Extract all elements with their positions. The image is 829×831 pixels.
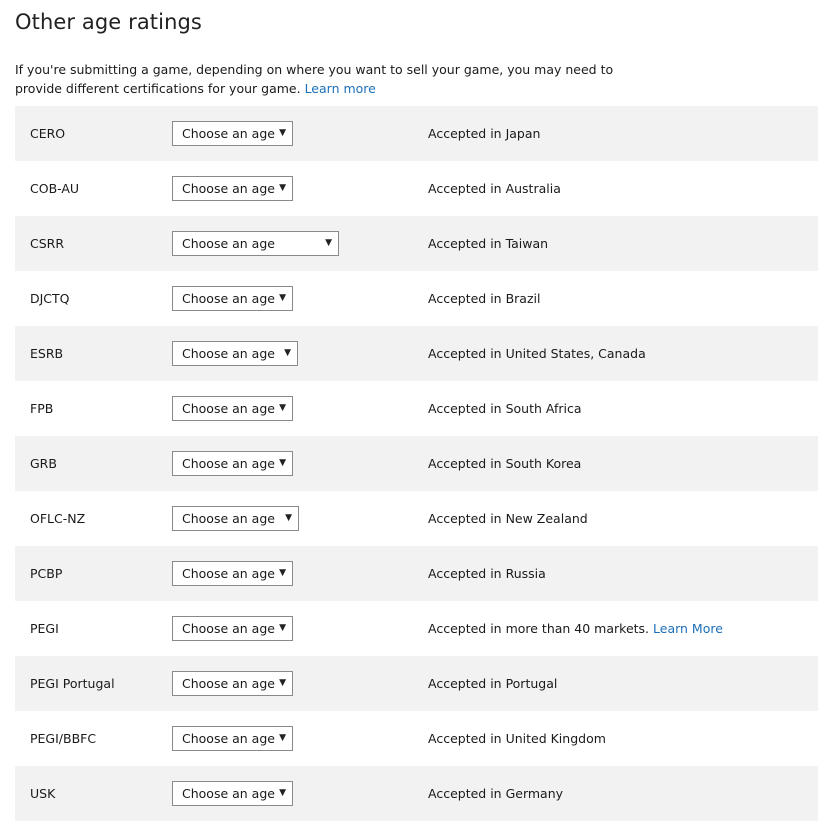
- board-name: ESRB: [30, 346, 64, 361]
- board-name: OFLC-NZ: [30, 511, 86, 526]
- market-text: Accepted in Japan: [428, 126, 541, 141]
- age-ratings-table: CERO Choose an age ▼ Accepted in Japan C…: [15, 106, 818, 821]
- intro-paragraph: If you're submitting a game, depending o…: [15, 60, 615, 98]
- rating-row-fpb: FPB Choose an age ▼ Accepted in South Af…: [15, 381, 818, 436]
- chevron-down-icon: ▼: [279, 458, 286, 468]
- select-value: Choose an age: [182, 401, 275, 416]
- select-value: Choose an age: [182, 566, 275, 581]
- age-select-fpb[interactable]: Choose an age ▼: [172, 396, 293, 421]
- age-select-esrb[interactable]: Choose an age ▼: [172, 341, 298, 366]
- select-value: Choose an age: [182, 346, 275, 361]
- chevron-down-icon: ▼: [279, 293, 286, 303]
- chevron-down-icon: ▼: [279, 678, 286, 688]
- age-select-cero[interactable]: Choose an age ▼: [172, 121, 293, 146]
- chevron-down-icon: ▼: [279, 788, 286, 798]
- chevron-down-icon: ▼: [279, 128, 286, 138]
- chevron-down-icon: ▼: [284, 348, 291, 358]
- age-select-oflc-nz[interactable]: Choose an age ▼: [172, 506, 299, 531]
- market-text: Accepted in Australia: [428, 181, 561, 196]
- board-name: PEGI/BBFC: [30, 731, 97, 746]
- rating-row-djctq: DJCTQ Choose an age ▼ Accepted in Brazil: [15, 271, 818, 326]
- rating-row-pcbp: PCBP Choose an age ▼ Accepted in Russia: [15, 546, 818, 601]
- rating-row-csrr: CSRR Choose an age ▼ Accepted in Taiwan: [15, 216, 818, 271]
- chevron-down-icon: ▼: [279, 403, 286, 413]
- board-name: PEGI: [30, 621, 59, 636]
- board-name: PCBP: [30, 566, 63, 581]
- board-name: GRB: [30, 456, 57, 471]
- market-text: Accepted in Germany: [428, 786, 564, 801]
- learn-more-link[interactable]: Learn more: [305, 81, 376, 96]
- select-value: Choose an age: [182, 621, 275, 636]
- rating-row-cob-au: COB-AU Choose an age ▼ Accepted in Austr…: [15, 161, 818, 216]
- select-value: Choose an age: [182, 511, 275, 526]
- age-select-pcbp[interactable]: Choose an age ▼: [172, 561, 293, 586]
- age-select-pegi-portugal[interactable]: Choose an age ▼: [172, 671, 293, 696]
- chevron-down-icon: ▼: [279, 733, 286, 743]
- pegi-learn-more-link[interactable]: Learn More: [653, 621, 723, 636]
- market-text: Accepted in South Korea: [428, 456, 582, 471]
- age-select-usk[interactable]: Choose an age ▼: [172, 781, 293, 806]
- market-text: Accepted in New Zealand: [428, 511, 588, 526]
- rating-row-cero: CERO Choose an age ▼ Accepted in Japan: [15, 106, 818, 161]
- rating-row-pegi-bbfc: PEGI/BBFC Choose an age ▼ Accepted in Un…: [15, 711, 818, 766]
- market-text: Accepted in Taiwan: [428, 236, 549, 251]
- board-name: DJCTQ: [30, 291, 70, 306]
- board-name: CERO: [30, 126, 66, 141]
- select-value: Choose an age: [182, 181, 275, 196]
- select-value: Choose an age: [182, 786, 275, 801]
- rating-row-pegi-portugal: PEGI Portugal Choose an age ▼ Accepted i…: [15, 656, 818, 711]
- board-name: CSRR: [30, 236, 65, 251]
- rating-row-pegi: PEGI Choose an age ▼ Accepted in more th…: [15, 601, 818, 656]
- chevron-down-icon: ▼: [279, 568, 286, 578]
- age-select-pegi[interactable]: Choose an age ▼: [172, 616, 293, 641]
- rating-row-oflc-nz: OFLC-NZ Choose an age ▼ Accepted in New …: [15, 491, 818, 546]
- age-select-grb[interactable]: Choose an age ▼: [172, 451, 293, 476]
- market-text: Accepted in Brazil: [428, 291, 541, 306]
- board-name: USK: [30, 786, 56, 801]
- market-text: Accepted in South Africa: [428, 401, 582, 416]
- age-select-djctq[interactable]: Choose an age ▼: [172, 286, 293, 311]
- chevron-down-icon: ▼: [285, 513, 292, 523]
- chevron-down-icon: ▼: [279, 183, 286, 193]
- market-text: Accepted in more than 40 markets. Learn …: [428, 601, 723, 656]
- rating-row-usk: USK Choose an age ▼ Accepted in Germany: [15, 766, 818, 821]
- select-value: Choose an age: [182, 126, 275, 141]
- select-value: Choose an age: [182, 291, 275, 306]
- select-value: Choose an age: [182, 236, 275, 251]
- chevron-down-icon: ▼: [325, 238, 332, 248]
- age-select-csrr[interactable]: Choose an age ▼: [172, 231, 339, 256]
- market-text-label: Accepted in more than 40 markets.: [428, 621, 650, 636]
- select-value: Choose an age: [182, 676, 275, 691]
- board-name: FPB: [30, 401, 54, 416]
- market-text: Accepted in United States, Canada: [428, 346, 646, 361]
- page-title: Other age ratings: [15, 10, 202, 34]
- select-value: Choose an age: [182, 731, 275, 746]
- market-text: Accepted in Portugal: [428, 676, 558, 691]
- age-select-cob-au[interactable]: Choose an age ▼: [172, 176, 293, 201]
- rating-row-esrb: ESRB Choose an age ▼ Accepted in United …: [15, 326, 818, 381]
- market-text: Accepted in Russia: [428, 566, 546, 581]
- age-select-pegi-bbfc[interactable]: Choose an age ▼: [172, 726, 293, 751]
- board-name: COB-AU: [30, 181, 80, 196]
- board-name: PEGI Portugal: [30, 676, 115, 691]
- select-value: Choose an age: [182, 456, 275, 471]
- rating-row-grb: GRB Choose an age ▼ Accepted in South Ko…: [15, 436, 818, 491]
- chevron-down-icon: ▼: [279, 623, 286, 633]
- market-text: Accepted in United Kingdom: [428, 731, 606, 746]
